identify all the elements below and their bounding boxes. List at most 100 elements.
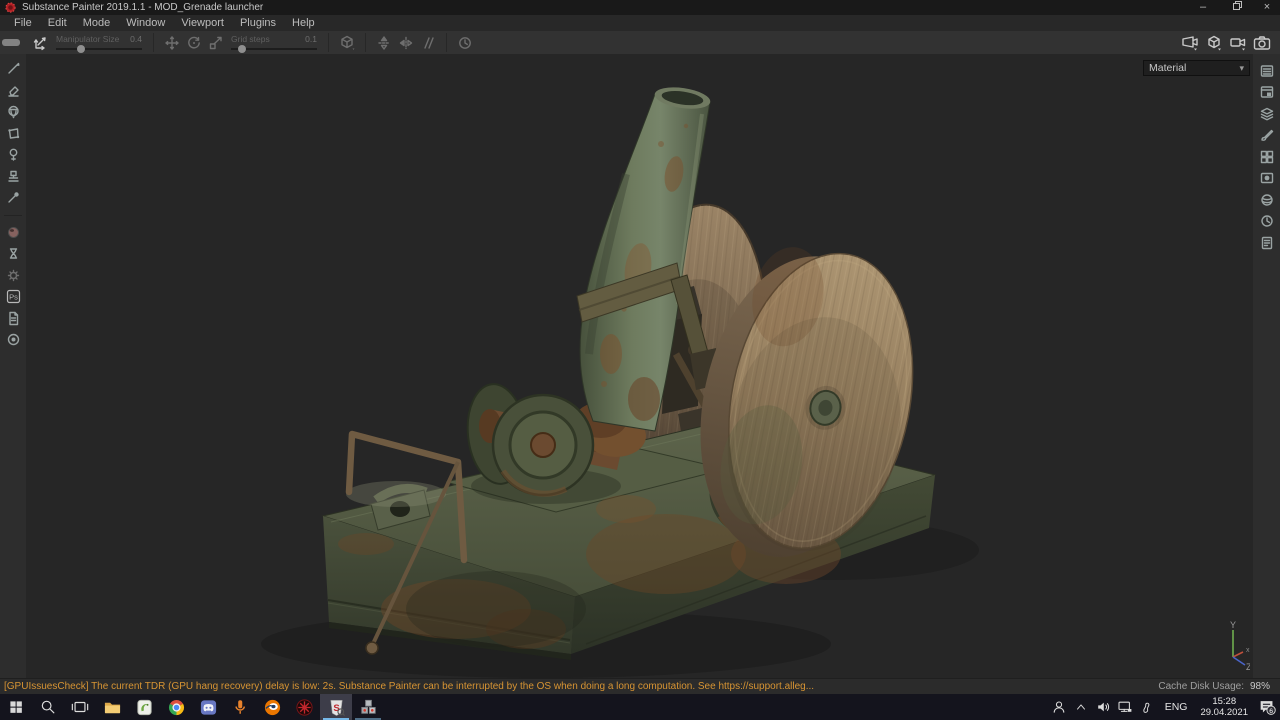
discord-button[interactable] bbox=[192, 694, 224, 720]
windows-logo-icon bbox=[10, 701, 22, 713]
restore-button[interactable] bbox=[1222, 0, 1252, 15]
blender-button[interactable] bbox=[256, 694, 288, 720]
menu-bar: File Edit Mode Window Viewport Plugins H… bbox=[0, 15, 1280, 31]
toolbar-handle[interactable] bbox=[2, 39, 20, 46]
start-button[interactable] bbox=[0, 694, 32, 720]
grid-steps-value: 0.1 bbox=[305, 34, 317, 44]
circle-plugin-icon[interactable] bbox=[3, 329, 24, 350]
taskbar-search-button[interactable] bbox=[32, 694, 64, 720]
gizmo-z-label: Z bbox=[1246, 662, 1250, 670]
display-settings-icon[interactable] bbox=[1256, 168, 1277, 189]
shader-settings-icon[interactable] bbox=[1256, 189, 1277, 210]
menu-file[interactable]: File bbox=[6, 15, 40, 31]
slash-toggle-icon[interactable] bbox=[417, 32, 439, 54]
document-plugin-icon[interactable] bbox=[3, 308, 24, 329]
folder-icon bbox=[104, 702, 120, 713]
minimize-button[interactable]: – bbox=[1188, 0, 1218, 15]
paint-tool[interactable] bbox=[3, 58, 24, 79]
menu-viewport[interactable]: Viewport bbox=[173, 15, 232, 31]
taskbar-clock[interactable]: 15:28 29.04.2021 bbox=[1194, 696, 1254, 718]
notification-center-button[interactable]: 6 bbox=[1254, 694, 1280, 720]
uv-blocks-app-button[interactable] bbox=[352, 694, 384, 720]
perspective-cube-icon[interactable] bbox=[1202, 32, 1226, 54]
substance-painter-taskbar-button[interactable]: S bbox=[320, 694, 352, 720]
uv-blocks-icon bbox=[360, 699, 376, 714]
snap-cube-icon[interactable] bbox=[336, 32, 358, 54]
app-logo-icon bbox=[5, 2, 16, 13]
photoshop-export-icon[interactable]: Ps bbox=[3, 286, 24, 307]
menu-mode[interactable]: Mode bbox=[75, 15, 119, 31]
eraser-tool[interactable] bbox=[3, 80, 24, 101]
history-icon[interactable] bbox=[1256, 211, 1277, 232]
transform-tool-icon[interactable] bbox=[30, 32, 52, 54]
gear-plugin-icon[interactable] bbox=[3, 265, 24, 286]
notification-badge: 6 bbox=[1269, 708, 1273, 715]
cache-disk-usage-value: 98% bbox=[1249, 681, 1270, 692]
3d-viewport[interactable]: Material ▾ Y x Z bbox=[26, 54, 1253, 678]
projection-tool[interactable] bbox=[3, 101, 24, 122]
gizmo-y-label: Y bbox=[1230, 620, 1236, 630]
audio-device-tray-icon[interactable] bbox=[1136, 694, 1158, 720]
dock-panels-sidebar bbox=[1253, 54, 1280, 678]
history-reset-icon[interactable] bbox=[454, 32, 476, 54]
scale-tool-icon[interactable] bbox=[205, 32, 227, 54]
texture-set-settings-icon[interactable] bbox=[1256, 82, 1277, 103]
clone-tool[interactable] bbox=[3, 166, 24, 187]
tray-date: 29.04.2021 bbox=[1200, 707, 1248, 718]
3d-model-grenade-launcher[interactable] bbox=[26, 54, 1253, 678]
blender-icon bbox=[264, 699, 280, 715]
red-target-app-button[interactable] bbox=[288, 694, 320, 720]
manipulator-size-control: Manipulator Size 0.4 bbox=[56, 34, 142, 53]
file-explorer-button[interactable] bbox=[96, 694, 128, 720]
chrome-button[interactable] bbox=[160, 694, 192, 720]
ps-letters: Ps bbox=[9, 293, 18, 302]
manipulator-size-label: Manipulator Size bbox=[56, 34, 120, 44]
hidden-icons-chevron[interactable] bbox=[1070, 694, 1092, 720]
menu-edit[interactable]: Edit bbox=[40, 15, 75, 31]
people-tray-icon[interactable] bbox=[1048, 694, 1070, 720]
smudge-tool[interactable] bbox=[3, 144, 24, 165]
network-tray-icon[interactable] bbox=[1114, 694, 1136, 720]
texture-set-list-icon[interactable] bbox=[1256, 60, 1277, 81]
shading-mode-dropdown[interactable]: Material ▾ bbox=[1143, 60, 1250, 76]
symmetry-icon[interactable] bbox=[373, 32, 395, 54]
voice-app-button[interactable] bbox=[224, 694, 256, 720]
grid-steps-control: Grid steps 0.1 bbox=[231, 34, 317, 53]
properties-brush-icon[interactable] bbox=[1256, 125, 1277, 146]
video-camera-icon[interactable] bbox=[1226, 32, 1250, 54]
shelf-icon[interactable] bbox=[1256, 146, 1277, 167]
grid-steps-slider[interactable] bbox=[231, 45, 317, 53]
microphone-icon bbox=[235, 700, 246, 714]
manipulator-size-slider[interactable] bbox=[56, 45, 142, 53]
discord-icon bbox=[200, 699, 216, 715]
restore-icon bbox=[1232, 1, 1242, 10]
manipulator-size-knob[interactable] bbox=[76, 45, 85, 53]
camera-projection-icon[interactable] bbox=[1178, 32, 1202, 54]
layers-icon[interactable] bbox=[1256, 103, 1277, 124]
shading-mode-value: Material bbox=[1149, 62, 1187, 74]
notepad-icon bbox=[136, 699, 152, 715]
sphere-plugin-icon[interactable] bbox=[3, 222, 24, 243]
screenshot-camera-icon[interactable] bbox=[1250, 32, 1274, 54]
notification-icon: 6 bbox=[1260, 701, 1276, 715]
language-indicator[interactable]: ENG bbox=[1158, 701, 1195, 713]
menu-plugins[interactable]: Plugins bbox=[232, 15, 284, 31]
log-icon[interactable] bbox=[1256, 232, 1277, 253]
volume-tray-icon[interactable] bbox=[1092, 694, 1114, 720]
search-icon bbox=[41, 700, 55, 714]
menu-window[interactable]: Window bbox=[118, 15, 173, 31]
task-view-button[interactable] bbox=[64, 694, 96, 720]
mirror-icon[interactable] bbox=[395, 32, 417, 54]
material-picker-tool[interactable] bbox=[3, 187, 24, 208]
grid-steps-knob[interactable] bbox=[237, 45, 246, 53]
move-tool-icon[interactable] bbox=[161, 32, 183, 54]
gpu-warning-message: [GPUIssuesCheck] The current TDR (GPU ha… bbox=[4, 681, 815, 692]
status-bar: [GPUIssuesCheck] The current TDR (GPU ha… bbox=[0, 678, 1280, 694]
close-button[interactable]: × bbox=[1252, 0, 1280, 15]
rotate-tool-icon[interactable] bbox=[183, 32, 205, 54]
menu-help[interactable]: Help bbox=[284, 15, 323, 31]
polygon-fill-tool[interactable] bbox=[3, 123, 24, 144]
notepad-plus-plus-button[interactable] bbox=[128, 694, 160, 720]
axis-gizmo[interactable]: Y x Z bbox=[1222, 620, 1250, 670]
hourglass-plugin-icon[interactable] bbox=[3, 243, 24, 264]
